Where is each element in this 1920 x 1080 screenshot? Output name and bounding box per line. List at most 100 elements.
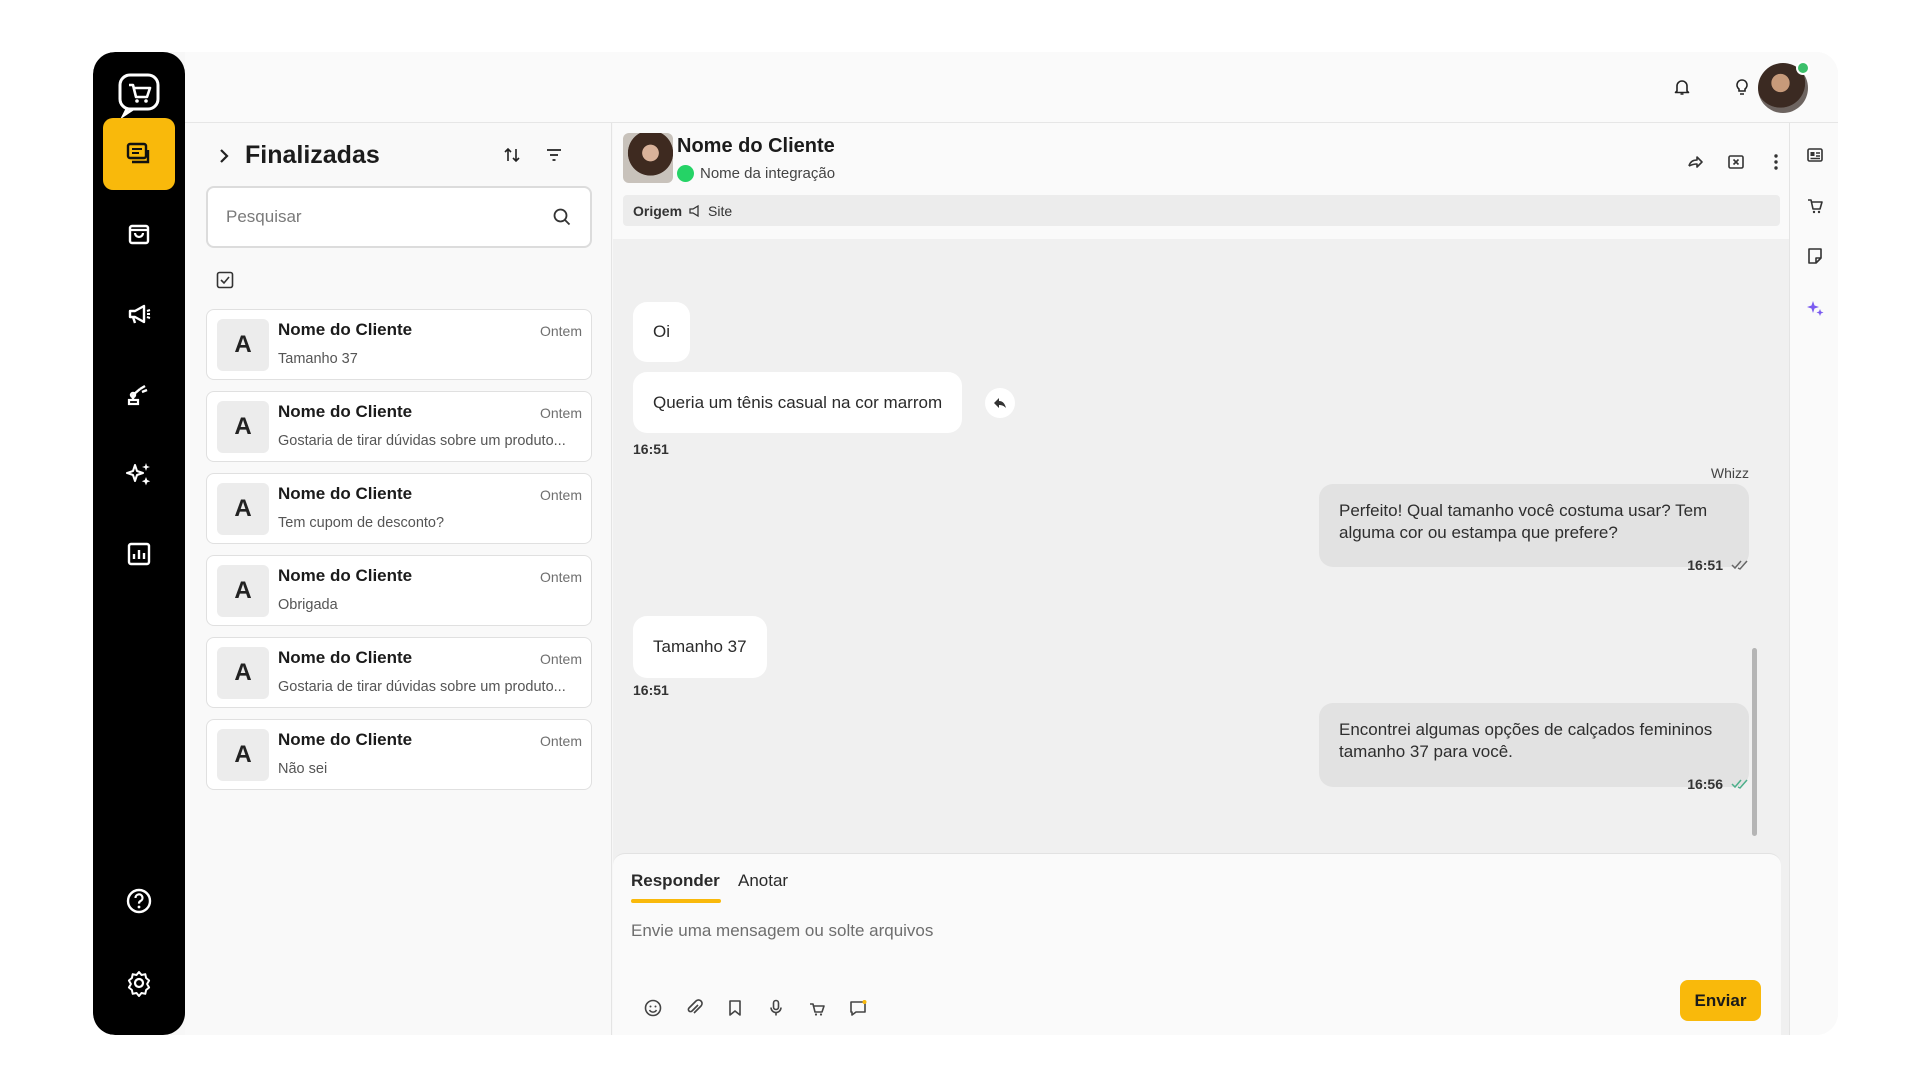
- list-title: Finalizadas: [245, 141, 380, 169]
- nav-item-ai[interactable]: [103, 438, 175, 510]
- conversation-item[interactable]: A Nome do Cliente Ontem Tem cupom de des…: [206, 473, 592, 544]
- conversation-item[interactable]: A Nome do Cliente Ontem Gostaria de tira…: [206, 391, 592, 462]
- ai-sparkles-icon[interactable]: [1802, 295, 1828, 321]
- nav-item-integrations[interactable]: [103, 358, 175, 430]
- top-bar: [185, 52, 1838, 123]
- conversation-list-panel: Finalizadas A Nome do Cliente Ontem Tama…: [185, 123, 612, 1035]
- gear-icon: [127, 971, 151, 997]
- emoji-icon[interactable]: [640, 995, 666, 1021]
- contact-name: Nome do Cliente: [278, 648, 413, 667]
- conversation-item[interactable]: A Nome do Cliente Ontem Obrigada: [206, 555, 592, 626]
- chevron-right-icon[interactable]: [215, 147, 233, 165]
- send-button[interactable]: Enviar: [1680, 980, 1761, 1021]
- message-sender: Whizz: [1710, 465, 1749, 481]
- message-preview: Não sei: [278, 761, 328, 777]
- nav-item-orders[interactable]: [103, 198, 175, 270]
- message-preview: Gostaria de tirar dúvidas sobre um produ…: [278, 433, 566, 449]
- message-status: 16:56: [1687, 776, 1749, 792]
- more-options-icon[interactable]: [1763, 149, 1789, 175]
- online-status-dot: [1796, 61, 1810, 75]
- tab-reply[interactable]: Responder: [631, 871, 720, 891]
- contact-name: Nome do Cliente: [278, 484, 413, 503]
- origin-bar: Origem Site: [623, 195, 1780, 226]
- filter-icon[interactable]: [540, 141, 568, 169]
- nav-item-campaigns[interactable]: [103, 278, 175, 350]
- conversation-time: Ontem: [539, 487, 582, 503]
- nav-item-reports[interactable]: [103, 518, 175, 590]
- contact-name: Nome do Cliente: [278, 730, 413, 749]
- app-window: Finalizadas A Nome do Cliente Ontem Tama…: [93, 52, 1838, 1035]
- select-all-checkbox[interactable]: [216, 271, 234, 289]
- conversation-item[interactable]: A Nome do Cliente Ontem Não sei: [206, 719, 592, 790]
- product-icon[interactable]: [804, 995, 830, 1021]
- message-input[interactable]: [631, 921, 1751, 981]
- chat-icon: [126, 142, 150, 164]
- note-icon[interactable]: [1802, 243, 1828, 269]
- contact-name: Nome do Cliente: [278, 320, 413, 339]
- contact-avatar: A: [217, 729, 269, 781]
- contact-name: Nome do Cliente: [278, 566, 413, 585]
- microphone-icon[interactable]: [763, 995, 789, 1021]
- bookmark-icon[interactable]: [722, 995, 748, 1021]
- tab-note[interactable]: Anotar: [738, 871, 788, 891]
- robot-arm-icon: [127, 384, 148, 406]
- message-time: 16:56: [1687, 776, 1723, 792]
- nav-item-settings[interactable]: [103, 947, 175, 1019]
- chat-scrollbar[interactable]: [1752, 648, 1757, 836]
- nav-item-help[interactable]: [103, 865, 175, 937]
- bar-chart-icon: [127, 542, 151, 566]
- contact-avatar: A: [217, 401, 269, 453]
- incoming-message: Tamanho 37: [633, 616, 767, 678]
- message-status: 16:51: [1687, 557, 1749, 573]
- shopping-bag-icon: [128, 224, 150, 245]
- search-box: [206, 186, 592, 248]
- whatsapp-icon: [677, 165, 694, 182]
- outgoing-message: Perfeito! Qual tamanho você costuma usar…: [1319, 484, 1749, 567]
- forward-icon[interactable]: [1683, 149, 1709, 175]
- cart-icon[interactable]: [1802, 193, 1828, 219]
- conversation-time: Ontem: [539, 651, 582, 667]
- contact-card-icon[interactable]: [1802, 142, 1828, 168]
- notifications-bell-icon[interactable]: [1669, 74, 1695, 100]
- conversation-time: Ontem: [539, 569, 582, 585]
- integration-label: Nome da integração: [677, 165, 835, 182]
- attachment-icon[interactable]: [681, 995, 707, 1021]
- search-input[interactable]: [226, 207, 552, 227]
- incoming-message: Queria um tênis casual na cor marrom: [633, 372, 963, 433]
- message-composer: Responder Anotar Enviar: [613, 853, 1781, 1035]
- message-preview: Tem cupom de desconto?: [278, 515, 445, 531]
- message-preview: Gostaria de tirar dúvidas sobre um produ…: [278, 679, 566, 695]
- outgoing-message: Encontrei algumas opções de calçados fem…: [1319, 703, 1749, 787]
- conversation-item[interactable]: A Nome do Cliente Ontem Gostaria de tira…: [206, 637, 592, 708]
- read-check-icon: [1731, 779, 1748, 789]
- lightbulb-icon[interactable]: [1729, 74, 1755, 100]
- message-time: 16:51: [633, 682, 669, 698]
- close-conversation-icon[interactable]: [1723, 149, 1749, 175]
- integration-name: Nome da integração: [700, 165, 836, 182]
- contact-photo[interactable]: [623, 133, 673, 183]
- message-preview: Obrigada: [278, 597, 338, 613]
- message-time: 16:51: [633, 441, 669, 457]
- contact-avatar: A: [217, 483, 269, 535]
- conversation-item[interactable]: A Nome do Cliente Ontem Tamanho 37: [206, 309, 592, 380]
- conversation-time: Ontem: [539, 405, 582, 421]
- help-icon: [126, 888, 152, 914]
- conversation-time: Ontem: [539, 323, 582, 339]
- sparkles-icon: [126, 463, 151, 486]
- list-header: Finalizadas: [215, 141, 380, 170]
- search-icon[interactable]: [552, 207, 572, 227]
- contact-avatar: A: [217, 565, 269, 617]
- origin-label: Origem: [633, 202, 683, 219]
- contact-avatar: A: [217, 319, 269, 371]
- contact-avatar: A: [217, 647, 269, 699]
- nav-item-conversations[interactable]: [103, 118, 175, 190]
- chat-contact-name[interactable]: Nome do Cliente: [677, 135, 835, 158]
- sort-icon[interactable]: [498, 141, 526, 169]
- origin-value: Site: [708, 202, 733, 219]
- megaphone-icon: [689, 204, 699, 217]
- user-avatar[interactable]: [1758, 61, 1810, 113]
- conversation-time: Ontem: [539, 733, 582, 749]
- quick-reply-icon[interactable]: [845, 995, 871, 1021]
- app-logo-icon[interactable]: [115, 70, 163, 120]
- reply-icon[interactable]: [985, 388, 1015, 418]
